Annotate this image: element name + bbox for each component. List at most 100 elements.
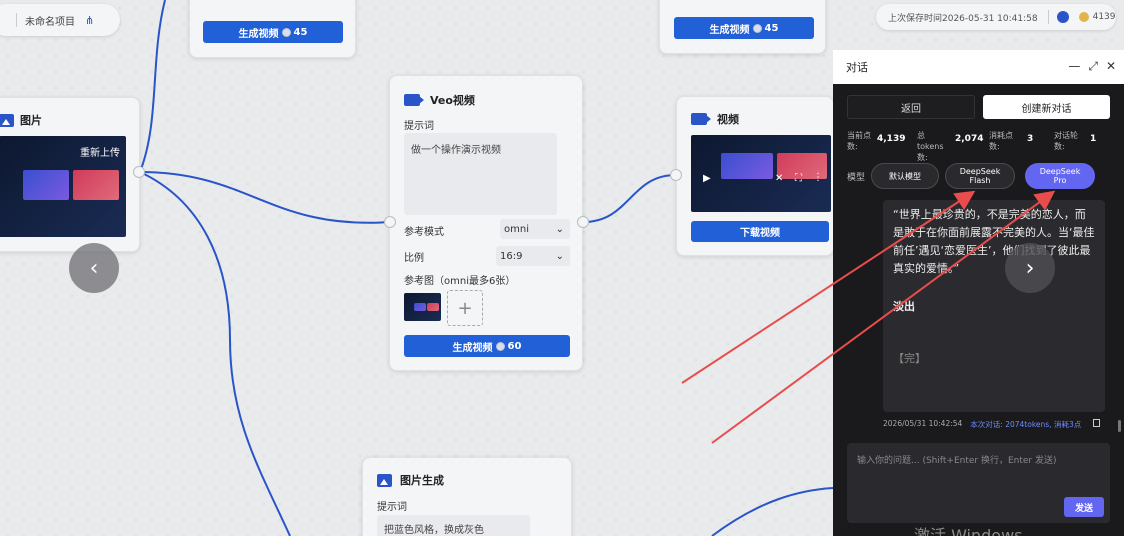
send-label: 发送 [1074, 503, 1093, 514]
mute-icon[interactable]: ✕ [775, 173, 783, 184]
share-icon[interactable]: ⋔ [85, 14, 94, 27]
back-button[interactable]: 返回 [847, 95, 975, 119]
chat-stats: 当前点数: 4,139 总tokens数: 2,074 消耗点数: 3 对话轮数… [847, 130, 1117, 163]
node-image[interactable]: 图片 重新上传 [0, 97, 140, 252]
generate-video-button[interactable]: 生成视频 45 [674, 17, 814, 39]
chevron-down-icon: ⌄ [555, 250, 564, 262]
coin-icon [495, 341, 505, 351]
input-port[interactable] [670, 169, 682, 181]
chat-input[interactable]: 输入你的问题... (Shift+Enter 换行，Enter 发送) 发送 [847, 443, 1110, 523]
scrollbar[interactable] [1118, 420, 1121, 432]
prompt-textarea[interactable]: 把蓝色风格，换成灰色 [377, 515, 530, 536]
model-name: DeepSeek Flash [959, 167, 1001, 185]
ratio-select[interactable]: 16:9 ⌄ [496, 246, 570, 266]
cost: 60 [507, 340, 522, 352]
prompt-textarea[interactable]: 做一个操作演示视频 [404, 133, 557, 215]
add-reference-button[interactable]: + [447, 290, 483, 326]
divider [1047, 10, 1049, 24]
reference-image[interactable] [404, 293, 441, 321]
image-icon [0, 113, 14, 127]
minimize-icon[interactable]: — [1068, 59, 1080, 74]
node-top-right[interactable]: 生成视频 45 [659, 0, 826, 54]
stat-current-points: 当前点数: 4,139 [847, 130, 917, 163]
model-deepseek-pro-button[interactable]: DeepSeek Pro [1025, 163, 1096, 189]
divider [16, 13, 17, 27]
output-port[interactable] [133, 166, 145, 178]
prompt-label: 提示词 [404, 121, 434, 132]
video-camera-icon [404, 94, 424, 106]
model-default-button[interactable]: 默认模型 [871, 163, 940, 189]
node-title-text: 视频 [717, 113, 739, 126]
output-port[interactable] [577, 216, 589, 228]
node-title: 视频 [691, 111, 739, 127]
assistant-message: “世界上最珍贵的，不是完美的恋人，而是敢于在你面前展露不完美的人。当‘最佳前任’… [883, 200, 1105, 412]
more-icon[interactable]: ⋮ [813, 172, 823, 183]
ratio-value: 16:9 [500, 250, 523, 262]
mode-label: 参考模式 [404, 227, 444, 238]
fullscreen-icon[interactable]: ⛶ [795, 173, 802, 184]
stat-total-tokens: 总tokens数: 2,074 [917, 130, 989, 163]
input-port[interactable] [384, 216, 396, 228]
message-end: 【完】 [893, 352, 926, 365]
download-label: 下载视频 [740, 228, 780, 239]
play-icon[interactable]: ▶ [703, 173, 711, 184]
generate-label: 生成视频 [452, 342, 493, 354]
stat-label: 当前点数: [847, 131, 871, 151]
video-player[interactable]: ▶ ✕ ⛶ ⋮ [691, 135, 831, 212]
model-selector: 模型 默认模型 DeepSeek Flash DeepSeek Pro [847, 163, 1096, 189]
stat-label: 总tokens数: [917, 131, 944, 162]
coin-icon [752, 23, 762, 33]
credits: 4139 [1092, 12, 1116, 22]
prev-arrow-button[interactable]: ‹ [69, 243, 119, 293]
stat-rounds: 对话轮数: 1 [1054, 130, 1096, 163]
cost: 45 [293, 26, 308, 38]
node-title-text: 图片生成 [400, 474, 444, 487]
cost: 45 [764, 22, 779, 34]
next-arrow-button[interactable]: › [1005, 243, 1055, 293]
node-title-text: Veo视频 [430, 94, 475, 107]
image-thumbnail[interactable]: 重新上传 [0, 136, 126, 237]
node-title: Veo视频 [404, 92, 475, 108]
new-chat-label: 创建新对话 [1021, 103, 1072, 115]
coin-icon [281, 27, 291, 37]
node-top-left[interactable]: 生成视频 45 [189, 0, 356, 58]
node-video[interactable]: 视频 ▶ ✕ ⛶ ⋮ 下载视频 [676, 96, 834, 256]
copy-icon[interactable] [1093, 419, 1101, 427]
node-title-text: 图片 [20, 114, 42, 127]
stat-value: 3 [1027, 134, 1034, 144]
stat-cost-points: 消耗点数: 3 [989, 130, 1054, 163]
ratio-label: 比例 [404, 253, 424, 264]
new-chat-button[interactable]: 创建新对话 [983, 95, 1110, 119]
prompt-value: 把蓝色风格，换成灰色 [384, 525, 484, 536]
project-name[interactable]: 未命名项目 [25, 13, 75, 28]
model-name: 默认模型 [889, 171, 922, 181]
reference-label: 参考图（omni最多6张） [404, 276, 516, 287]
message-fade: 淡出 [893, 300, 915, 313]
model-deepseek-flash-button[interactable]: DeepSeek Flash [945, 163, 1016, 189]
model-name: DeepSeek Pro [1039, 167, 1081, 185]
close-icon[interactable]: ✕ [1106, 59, 1116, 74]
reupload-button[interactable]: 重新上传 [80, 144, 120, 159]
node-veo-video[interactable]: Veo视频 提示词 做一个操作演示视频 参考模式 omni ⌄ 比例 16:9 … [389, 75, 583, 371]
status-pill: 上次保存时间2026-05-31 10:41:58 4139 [876, 4, 1116, 30]
node-title: 图片生成 [377, 472, 444, 488]
message-usage: 本次对话: 2074tokens, 消耗3点 [970, 420, 1082, 429]
stat-value: 1 [1090, 134, 1097, 144]
input-placeholder: 输入你的问题... (Shift+Enter 换行，Enter 发送) [857, 456, 1057, 466]
windows-watermark: 激活 Windows [914, 526, 1023, 536]
send-button[interactable]: 发送 [1064, 497, 1104, 517]
chat-header: 对话 — ⤢ ✕ [833, 50, 1124, 84]
generate-video-button[interactable]: 生成视频 60 [404, 335, 570, 357]
message-text: “世界上最珍贵的，不是完美的恋人，而是敢于在你面前展露不完美的人。当‘最佳前任’… [893, 208, 1095, 275]
user-icon[interactable] [1056, 11, 1069, 23]
stat-value: 4,139 [877, 134, 906, 144]
download-video-button[interactable]: 下载视频 [691, 221, 829, 242]
chat-title: 对话 [846, 61, 868, 74]
mode-select[interactable]: omni ⌄ [500, 219, 570, 239]
maximize-icon[interactable]: ⤢ [1088, 59, 1098, 74]
node-image-generate[interactable]: 图片生成 提示词 把蓝色风格，换成灰色 [362, 457, 572, 536]
video-camera-icon [691, 113, 711, 125]
generate-video-button[interactable]: 生成视频 45 [203, 21, 343, 43]
stat-label: 消耗点数: [989, 131, 1013, 151]
stat-label: 对话轮数: [1054, 131, 1078, 151]
